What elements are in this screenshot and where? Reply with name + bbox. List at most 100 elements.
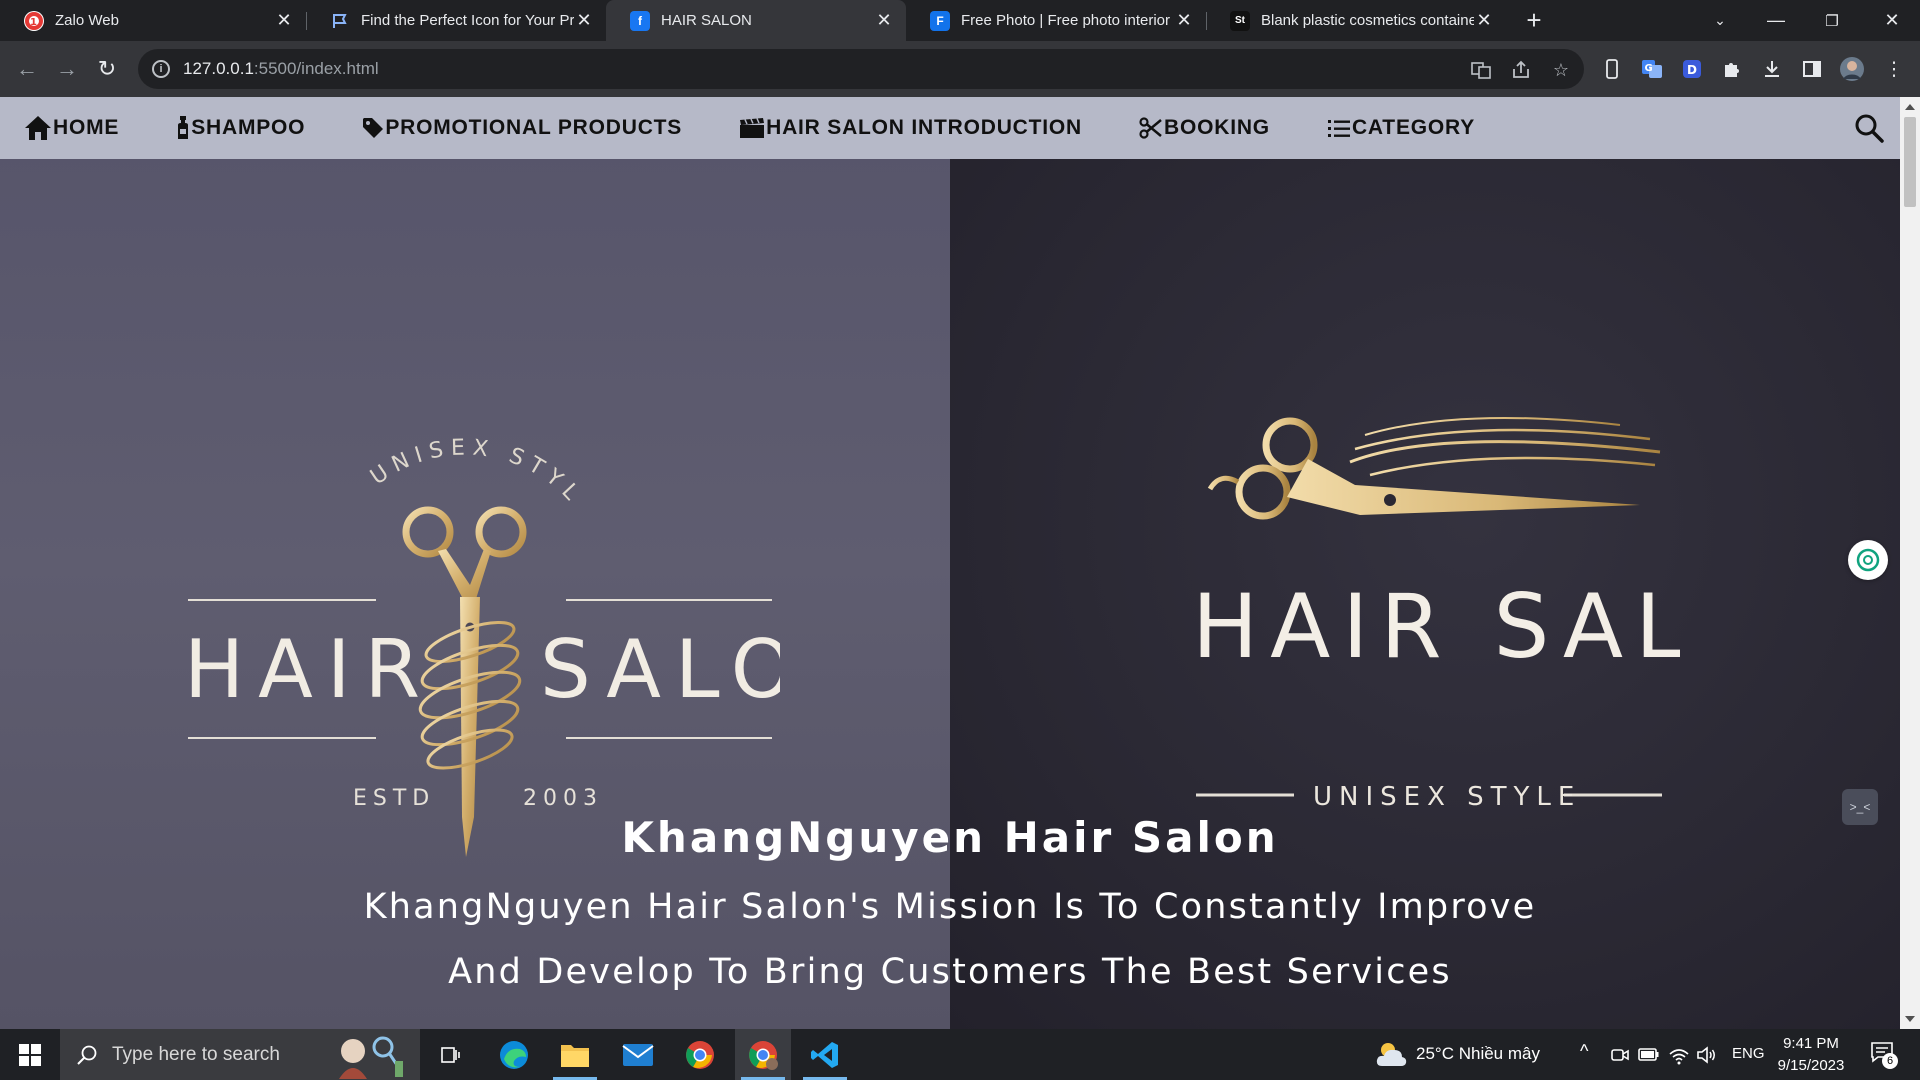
home-icon xyxy=(25,116,51,140)
tab-icon-finder[interactable]: Find the Perfect Icon for Your Pro ✕ xyxy=(306,0,606,41)
restore-button[interactable]: ❐ xyxy=(1804,0,1860,41)
svg-text:1: 1 xyxy=(30,17,37,28)
nav-booking-label: BOOKING xyxy=(1164,116,1270,139)
windows-taskbar: Type here to search 25°C Nhiều mây ^ ENG… xyxy=(0,1029,1920,1080)
new-tab-button[interactable]: + xyxy=(1520,5,1548,35)
chrome-icon[interactable] xyxy=(672,1029,728,1080)
input-language[interactable]: ENG xyxy=(1732,1045,1765,1062)
nav-booking[interactable]: BOOKING xyxy=(1139,116,1270,140)
flying-scissors-icon xyxy=(1207,416,1661,520)
close-tab-icon[interactable]: ✕ xyxy=(1174,10,1194,31)
close-tab-icon[interactable]: ✕ xyxy=(274,10,294,31)
nav-home-label: HOME xyxy=(53,116,120,139)
nav-hair-salon-introduction[interactable]: HAIR SALON INTRODUCTION xyxy=(739,116,1082,140)
show-hidden-icons-chevron-icon[interactable]: ^ xyxy=(1580,1041,1588,1062)
edge-browser-icon[interactable] xyxy=(486,1029,542,1080)
reload-button[interactable]: ↻ xyxy=(91,53,123,85)
mail-app-icon[interactable] xyxy=(610,1029,666,1080)
nav-shampoo[interactable]: SHAMPOO xyxy=(176,115,305,141)
tab-title: Find the Perfect Icon for Your Pro xyxy=(361,12,574,29)
tab-freepik[interactable]: F Free Photo | Free photo interior c ✕ xyxy=(906,0,1206,41)
extensions-puzzle-icon[interactable] xyxy=(1718,55,1746,83)
svg-text:UNISEX STYLE: UNISEX STYLE xyxy=(180,327,588,510)
tab-stock[interactable]: St Blank plastic cosmetics container ✕ xyxy=(1206,0,1506,41)
scroll-thumb[interactable] xyxy=(1904,117,1916,207)
windows-logo-icon xyxy=(19,1043,41,1066)
vscode-icon[interactable] xyxy=(797,1029,853,1080)
profile-avatar[interactable] xyxy=(1838,55,1866,83)
wordmark-title: HAIR SALON xyxy=(1192,575,1680,678)
hero-title: KhangNguyen Hair Salon xyxy=(621,813,1279,862)
hair-salon-wordmark-logo: HAIR SALON UNISEX STYLE xyxy=(1192,416,1680,812)
floating-toolbar-icon[interactable]: >_< xyxy=(1842,789,1878,825)
svg-text:D: D xyxy=(1687,63,1697,77)
url-path: :5500/index.html xyxy=(253,59,379,78)
back-button[interactable]: ← xyxy=(11,53,43,85)
weather-text[interactable]: 25°C Nhiều mây xyxy=(1416,1044,1540,1064)
wifi-icon[interactable] xyxy=(1668,1044,1690,1066)
nav-promotional-label: PROMOTIONAL PRODUCTS xyxy=(385,116,683,139)
volume-icon[interactable] xyxy=(1696,1044,1718,1066)
url-host: 127.0.0.1 xyxy=(183,59,254,78)
badge-salon-word: SALON xyxy=(540,623,780,716)
windows-start-button[interactable] xyxy=(0,1029,60,1080)
tab-zalo[interactable]: 1 Zalo Web ✕ xyxy=(0,0,306,41)
site-navigation: HOME SHAMPOO PROMOTIONAL PRODUCTS HAIR S… xyxy=(0,97,1900,159)
tab-title: Blank plastic cosmetics container xyxy=(1261,12,1474,29)
phone-icon[interactable] xyxy=(1598,55,1626,83)
close-tab-icon[interactable]: ✕ xyxy=(574,10,594,31)
close-tab-icon[interactable]: ✕ xyxy=(1474,10,1494,31)
site-info-icon[interactable]: i xyxy=(152,60,170,78)
taskbar-search-box[interactable]: Type here to search xyxy=(60,1029,420,1080)
nav-shampoo-label: SHAMPOO xyxy=(191,116,306,139)
minimize-button[interactable]: — xyxy=(1748,0,1804,41)
search-icon[interactable] xyxy=(1854,113,1884,148)
system-clock[interactable]: 9:41 PM 9/15/2023 xyxy=(1766,1033,1856,1077)
share-icon[interactable] xyxy=(1510,59,1532,81)
badge-year: 2003 xyxy=(523,786,603,811)
page-viewport: HOME SHAMPOO PROMOTIONAL PRODUCTS HAIR S… xyxy=(0,97,1900,1029)
nav-home[interactable]: HOME xyxy=(24,115,119,141)
bookmark-star-icon[interactable]: ☆ xyxy=(1550,59,1572,81)
clock-date: 9/15/2023 xyxy=(1777,1057,1845,1074)
meet-now-icon[interactable] xyxy=(1610,1045,1630,1065)
dict-extension-icon[interactable]: D xyxy=(1678,55,1706,83)
flag-icon xyxy=(330,11,350,31)
weather-cloud-icon xyxy=(1376,1043,1407,1066)
nav-category-label: CATEGORY xyxy=(1351,116,1476,139)
tag-icon xyxy=(363,118,384,138)
tab-title: HAIR SALON xyxy=(661,12,752,29)
clapperboard-icon xyxy=(740,118,765,138)
scroll-down-arrow[interactable] xyxy=(1905,1016,1915,1022)
chatgpt-extension-icon[interactable] xyxy=(1848,540,1888,580)
page-scrollbar[interactable] xyxy=(1900,97,1920,1029)
tab-title: Free Photo | Free photo interior c xyxy=(961,12,1174,29)
scroll-up-arrow[interactable] xyxy=(1905,104,1915,110)
taskbar-search-placeholder: Type here to search xyxy=(112,1043,280,1065)
close-tab-icon[interactable]: ✕ xyxy=(874,10,894,31)
battery-icon[interactable] xyxy=(1638,1046,1660,1064)
nav-category[interactable]: CATEGORY xyxy=(1327,116,1475,140)
list-icon xyxy=(1327,120,1350,137)
address-bar[interactable]: i 127.0.0.1:5500/index.html ☆ xyxy=(138,49,1584,89)
tab-title: Zalo Web xyxy=(55,12,119,29)
mission-line-2: And Develop To Bring Customers The Best … xyxy=(448,952,1452,992)
browser-tab-strip: 1 Zalo Web ✕ Find the Perfect Icon for Y… xyxy=(0,0,1920,41)
google-translate-extension-icon[interactable]: G xyxy=(1638,55,1666,83)
task-view-button[interactable] xyxy=(422,1029,478,1080)
nav-promotional-products[interactable]: PROMOTIONAL PRODUCTS xyxy=(362,116,682,140)
tab-hair-salon[interactable]: f HAIR SALON ✕ xyxy=(606,0,906,41)
chrome-profile-icon[interactable] xyxy=(735,1029,791,1080)
badge-estd: ESTD xyxy=(353,786,435,811)
download-icon[interactable] xyxy=(1758,55,1786,83)
tab-search-button[interactable]: ⌄ xyxy=(1692,0,1748,41)
search-highlight-illustration-icon xyxy=(339,1036,403,1079)
action-center-button[interactable]: 6 xyxy=(1870,1041,1900,1069)
browser-menu-icon[interactable]: ⋮ xyxy=(1880,55,1908,83)
close-window-button[interactable]: ✕ xyxy=(1864,0,1920,41)
file-explorer-icon[interactable] xyxy=(547,1029,603,1080)
translate-icon[interactable] xyxy=(1470,59,1492,81)
notification-count-badge: 6 xyxy=(1882,1053,1898,1069)
side-panel-icon[interactable] xyxy=(1798,55,1826,83)
forward-button[interactable]: → xyxy=(51,53,83,85)
